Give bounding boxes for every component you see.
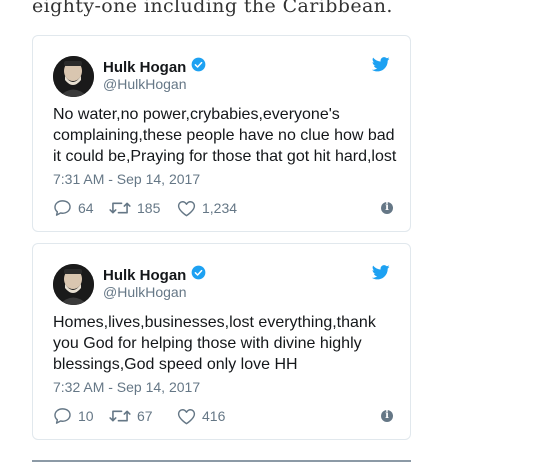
twitter-bird-icon[interactable]: [372, 265, 390, 280]
retweet-button[interactable]: 67: [109, 406, 153, 426]
reply-count: 64: [78, 200, 94, 216]
heart-icon: [177, 200, 196, 216]
like-button[interactable]: 416: [177, 406, 225, 426]
tweet-text-line: you God for helping those with divine hi…: [53, 335, 362, 352]
info-icon[interactable]: i: [381, 410, 393, 422]
handle[interactable]: @HulkHogan: [103, 284, 186, 301]
reply-icon: [54, 408, 71, 424]
tweet-text: No water,no power,crybabies,everyone's c…: [53, 104, 398, 167]
reply-icon: [54, 200, 71, 216]
twitter-bird-icon[interactable]: [372, 57, 390, 72]
display-name[interactable]: Hulk Hogan: [103, 267, 186, 285]
heart-icon: [177, 408, 196, 424]
article-text-fragment: eighty-one including the Caribbean.: [32, 0, 393, 17]
handle[interactable]: @HulkHogan: [103, 76, 186, 93]
tweet-timestamp-link[interactable]: 7:31 AM - Sep 14, 2017: [53, 171, 200, 188]
retweet-button[interactable]: 185: [109, 198, 160, 218]
avatar[interactable]: [53, 56, 94, 97]
tweet-timestamp-link[interactable]: 7:32 AM - Sep 14, 2017: [53, 379, 200, 396]
tweet-text-line: complaining,these people have no clue ho…: [53, 127, 395, 144]
embedded-tweet[interactable]: Hulk Hogan @HulkHogan Homes,lives,busine…: [32, 243, 411, 440]
tweet-actions: 10 67 416: [53, 406, 393, 426]
retweet-count: 67: [137, 408, 153, 424]
tweet-text-line: No water,no power,crybabies,everyone's: [53, 106, 340, 123]
retweet-count: 185: [137, 200, 161, 216]
tweet-text-line: Homes,lives,businesses,lost everything,t…: [53, 314, 376, 331]
like-count: 416: [202, 408, 226, 424]
verified-badge-icon: [191, 265, 206, 280]
reply-button[interactable]: 10: [53, 406, 94, 426]
retweet-icon: [109, 202, 131, 214]
reply-count: 10: [78, 408, 94, 424]
tweet-text-line: blessings,God speed only love HH: [53, 356, 298, 373]
reply-button[interactable]: 64: [53, 198, 94, 218]
retweet-icon: [109, 410, 131, 422]
display-name[interactable]: Hulk Hogan: [103, 59, 186, 77]
info-icon[interactable]: i: [381, 202, 393, 214]
like-count: 1,234: [202, 200, 238, 216]
like-button[interactable]: 1,234: [177, 198, 237, 218]
avatar[interactable]: [53, 264, 94, 305]
embedded-tweet[interactable]: Hulk Hogan @HulkHogan No water,no power,…: [32, 35, 411, 232]
verified-badge-icon: [191, 57, 206, 72]
tweet-text: Homes,lives,businesses,lost everything,t…: [53, 312, 398, 375]
tweet-actions: 64 185 1,234: [53, 198, 393, 218]
divider: [32, 460, 411, 462]
tweet-text-line: it could be,Praying for those that got h…: [53, 148, 397, 165]
